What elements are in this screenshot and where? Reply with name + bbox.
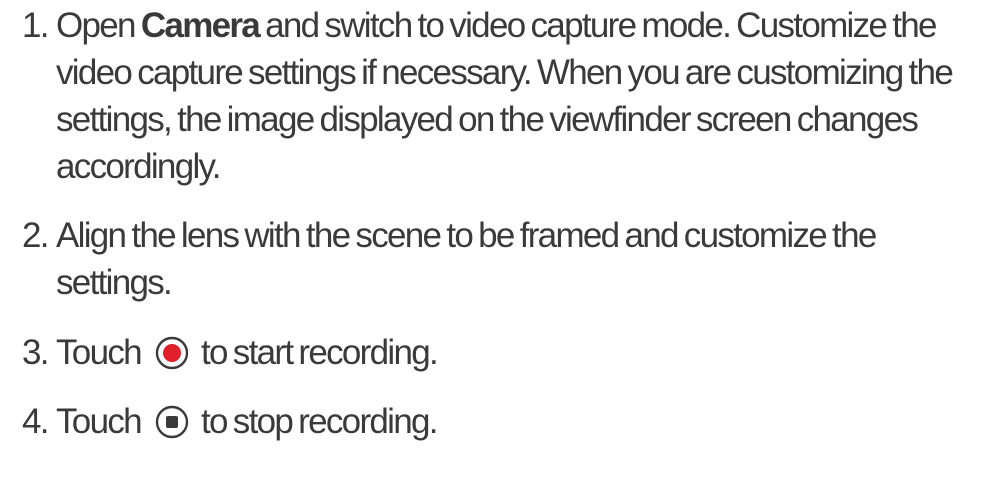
- step-text: Touch: [56, 333, 143, 372]
- step-4: 4. Touch to stop recording.: [22, 398, 982, 445]
- step-text: Touch: [56, 402, 143, 441]
- step-number: 1.: [22, 6, 49, 45]
- step-1: 1. Open Camera and switch to video captu…: [22, 2, 982, 190]
- step-text: Open: [56, 6, 137, 45]
- app-name-camera: Camera: [140, 6, 261, 45]
- step-text: to stop recording.: [200, 402, 439, 441]
- step-number: 3.: [22, 333, 49, 372]
- stop-button-icon: [155, 405, 189, 439]
- step-text: to start recording.: [200, 333, 439, 372]
- step-number: 2.: [22, 216, 49, 255]
- step-2: 2. Align the lens with the scene to be f…: [22, 212, 982, 306]
- step-number: 4.: [22, 402, 49, 441]
- instruction-steps: 1. Open Camera and switch to video captu…: [22, 2, 982, 445]
- step-3: 3. Touch to start recording.: [22, 329, 982, 376]
- step-text: Align the lens with the scene to be fram…: [56, 216, 877, 302]
- record-button-icon: [155, 336, 189, 370]
